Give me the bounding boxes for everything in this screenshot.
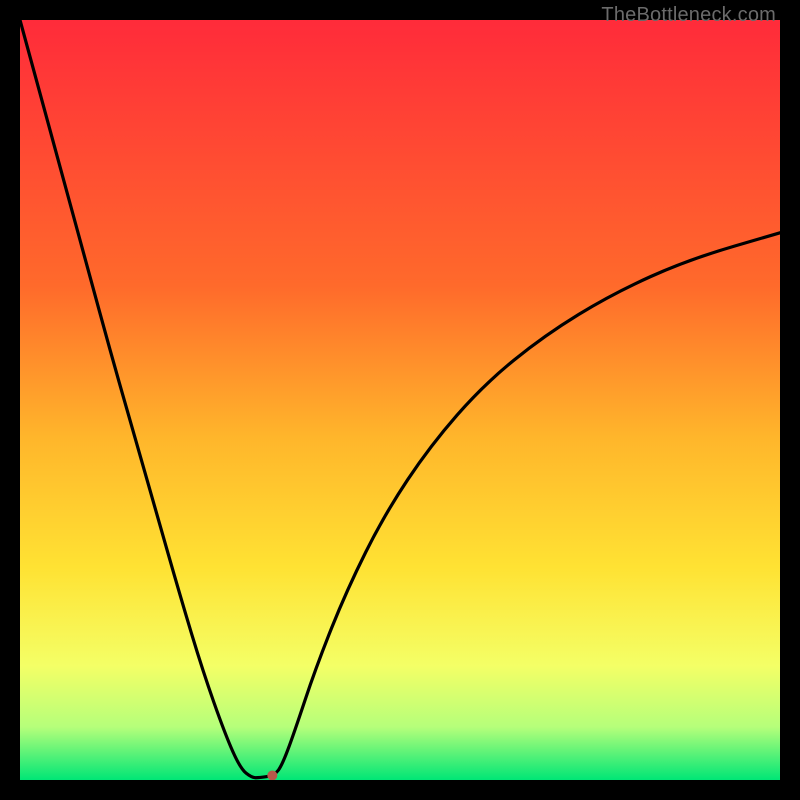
plot-area	[20, 20, 780, 780]
watermark-text: TheBottleneck.com	[601, 4, 776, 27]
bottleneck-curve	[20, 20, 780, 778]
optimum-marker	[267, 770, 277, 780]
chart-frame: TheBottleneck.com	[0, 0, 800, 800]
curve-layer	[20, 20, 780, 780]
